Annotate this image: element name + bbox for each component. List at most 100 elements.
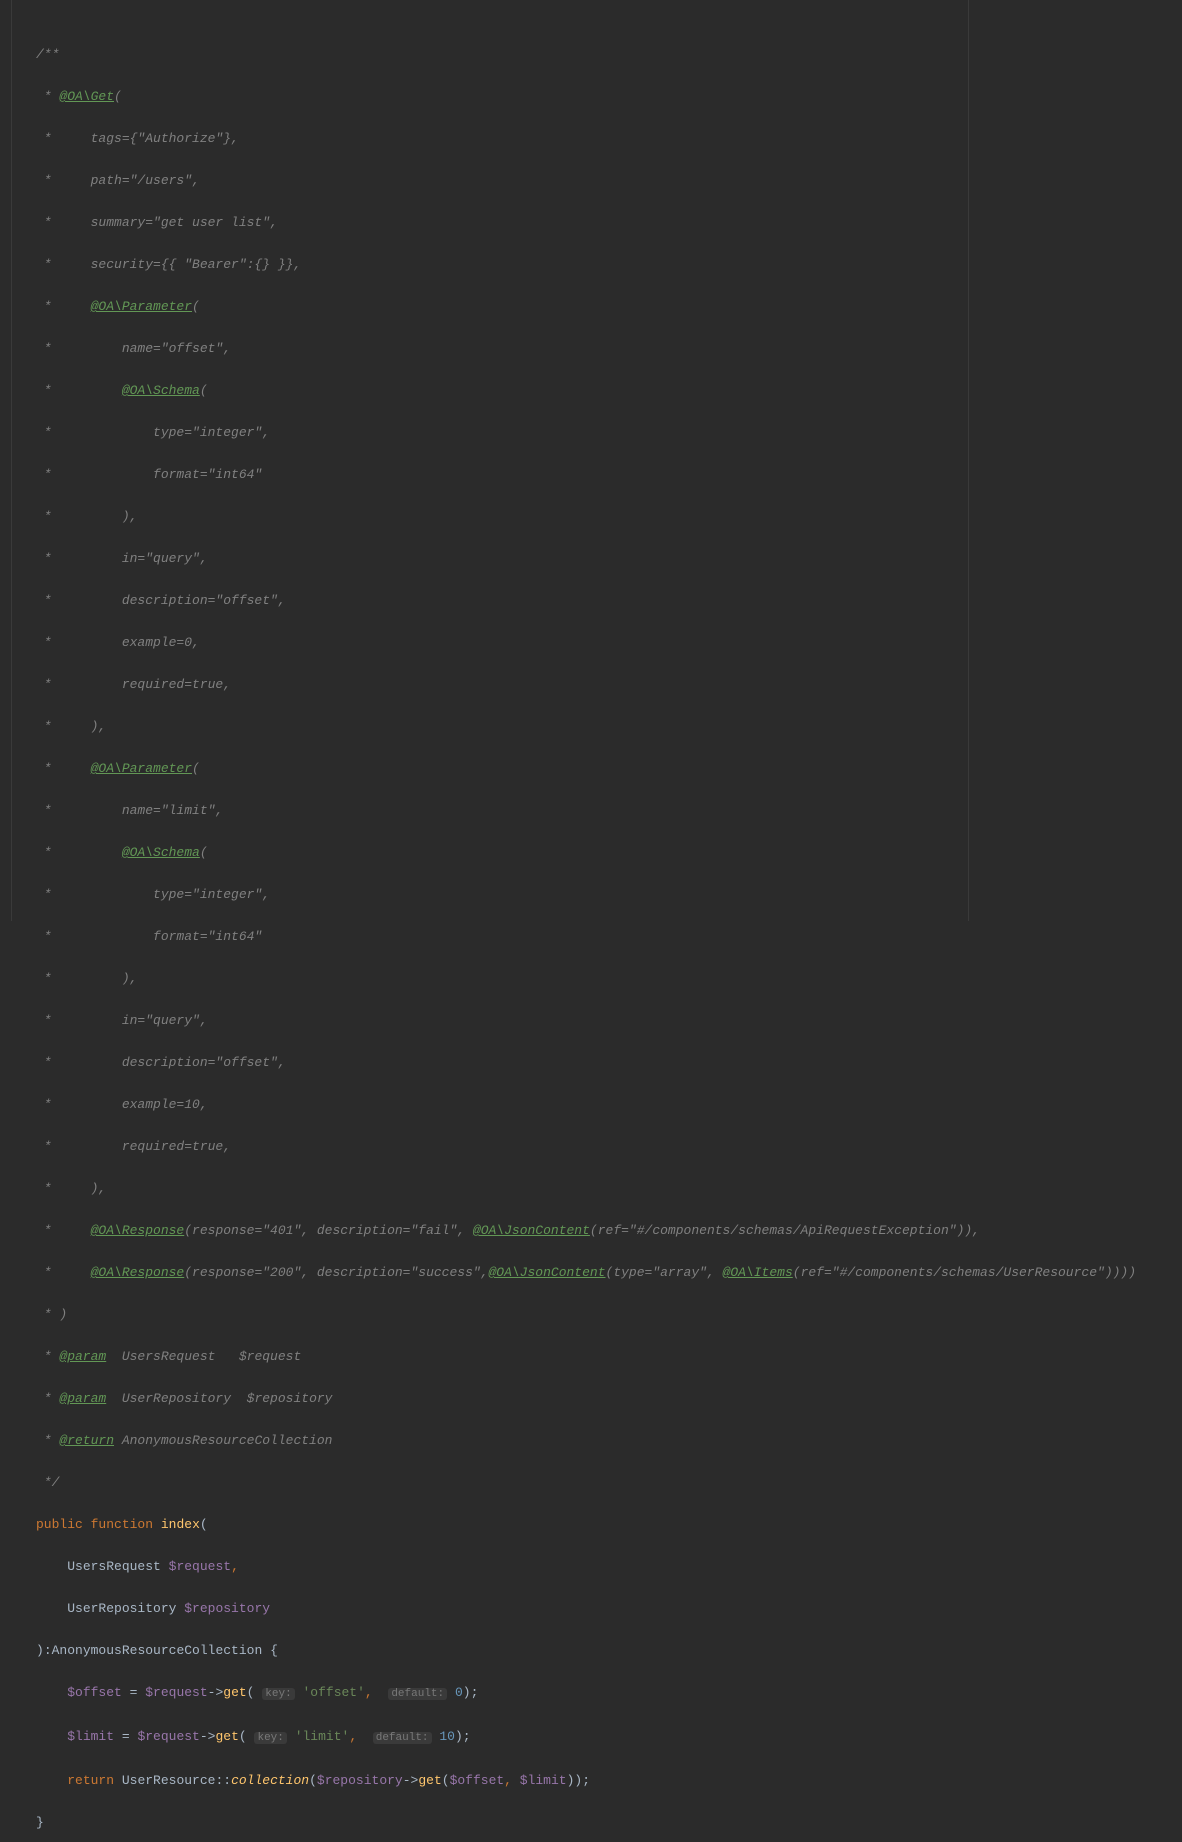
doc-tag: @OA\JsonContent	[473, 1223, 590, 1238]
colon: :	[44, 1643, 52, 1658]
code-line: *	[36, 845, 122, 860]
variable: $repository	[317, 1773, 403, 1788]
code-text: =	[122, 1685, 145, 1700]
brace: {	[262, 1643, 278, 1658]
code-line: * in="query",	[36, 551, 208, 566]
code-line: * name="limit",	[36, 803, 223, 818]
code-line: * required=true,	[36, 677, 231, 692]
variable: $offset	[450, 1773, 505, 1788]
doc-tag: @OA\Parameter	[91, 761, 192, 776]
method: get	[418, 1773, 441, 1788]
code-line: * summary="get user list",	[36, 215, 278, 230]
doc-tag: @OA\Get	[59, 89, 114, 104]
code-text	[176, 1601, 184, 1616]
code-line: * ),	[36, 1181, 106, 1196]
code-line: * in="query",	[36, 1013, 208, 1028]
code-text: (type="array",	[606, 1265, 723, 1280]
doc-tag: @OA\Parameter	[91, 299, 192, 314]
paren: (	[200, 1517, 208, 1532]
brace: }	[36, 1815, 44, 1830]
static-method: collection	[231, 1773, 309, 1788]
doc-tag: @OA\Response	[91, 1265, 185, 1280]
variable: $repository	[184, 1601, 270, 1616]
param-hint: key:	[262, 1688, 294, 1700]
code-line: * format="int64"	[36, 929, 262, 944]
code-line: * ),	[36, 719, 106, 734]
function-name: index	[161, 1517, 200, 1532]
code-text	[36, 1685, 67, 1700]
number: 0	[455, 1685, 463, 1700]
code-line: * description="offset",	[36, 1055, 286, 1070]
code-line: * security={{ "Bearer":{} }},	[36, 257, 301, 272]
code-line: * required=true,	[36, 1139, 231, 1154]
variable: $request	[137, 1729, 199, 1744]
code-line: * type="integer",	[36, 425, 270, 440]
comma: ,	[365, 1685, 388, 1700]
doc-tag: @OA\Items	[723, 1265, 793, 1280]
doc-tag: @OA\Schema	[122, 383, 200, 398]
double-colon: ::	[215, 1773, 231, 1788]
comma: ,	[504, 1773, 520, 1788]
code-text	[295, 1685, 303, 1700]
code-text	[36, 1559, 67, 1574]
code-text	[447, 1685, 455, 1700]
doc-tag: @OA\Response	[91, 1223, 185, 1238]
doc-tag: @param	[59, 1391, 106, 1406]
number: 10	[439, 1729, 455, 1744]
code-text: (	[192, 299, 200, 314]
code-line: *	[36, 1265, 91, 1280]
method: get	[223, 1685, 246, 1700]
variable: $offset	[67, 1685, 122, 1700]
paren: (	[442, 1773, 450, 1788]
code-text: (	[114, 89, 122, 104]
code-text	[287, 1729, 295, 1744]
code-text: AnonymousResourceCollection	[114, 1433, 332, 1448]
string: 'limit'	[295, 1729, 350, 1744]
paren: );	[463, 1685, 479, 1700]
code-line: *	[36, 383, 122, 398]
comma: ,	[349, 1729, 372, 1744]
code-text: (response="200", description="success",	[184, 1265, 488, 1280]
param-hint: default:	[373, 1732, 432, 1744]
code-line: * path="/users",	[36, 173, 200, 188]
code-text: (	[200, 845, 208, 860]
type: UserRepository	[67, 1601, 176, 1616]
code-line: *	[36, 1223, 91, 1238]
doc-tag: @return	[59, 1433, 114, 1448]
code-line: /**	[36, 47, 59, 62]
code-text	[161, 1559, 169, 1574]
param-hint: key:	[254, 1732, 286, 1744]
variable: $request	[169, 1559, 231, 1574]
paren: ));	[567, 1773, 590, 1788]
code-text: (	[200, 383, 208, 398]
code-line: * )	[36, 1307, 67, 1322]
code-line: * format="int64"	[36, 467, 262, 482]
code-line: * name="offset",	[36, 341, 231, 356]
code-line: *	[36, 761, 91, 776]
right-margin-line	[968, 0, 969, 921]
paren: (	[309, 1773, 317, 1788]
arrow: ->	[208, 1685, 224, 1700]
comma: ,	[231, 1559, 239, 1574]
param-hint: default:	[388, 1688, 447, 1700]
code-line: * example=10,	[36, 1097, 208, 1112]
paren: (	[239, 1729, 255, 1744]
gutter	[0, 0, 12, 921]
code-text: =	[114, 1729, 137, 1744]
code-text: (ref="#/components/schemas/ApiRequestExc…	[590, 1223, 980, 1238]
code-line: * ),	[36, 509, 137, 524]
variable: $limit	[520, 1773, 567, 1788]
class: UserResource	[122, 1773, 216, 1788]
arrow: ->	[403, 1773, 419, 1788]
code-text	[36, 1773, 67, 1788]
code-line: * type="integer",	[36, 887, 270, 902]
code-editor[interactable]: /** * @OA\Get( * tags={"Authorize"}, * p…	[0, 0, 1182, 921]
code-text	[432, 1729, 440, 1744]
type: UsersRequest	[67, 1559, 161, 1574]
code-area[interactable]: /** * @OA\Get( * tags={"Authorize"}, * p…	[12, 0, 1182, 921]
string: 'offset'	[303, 1685, 365, 1700]
keyword: public	[36, 1517, 83, 1532]
code-text: UsersRequest	[106, 1349, 239, 1364]
keyword: return	[67, 1773, 114, 1788]
doc-tag: @OA\JsonContent	[488, 1265, 605, 1280]
